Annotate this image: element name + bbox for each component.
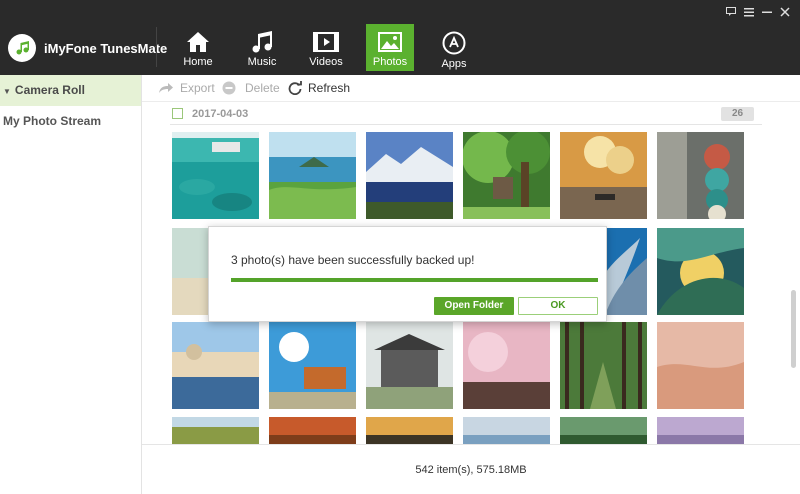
tab-music-label: Music xyxy=(247,56,277,68)
scrollbar-thumb[interactable] xyxy=(791,290,796,368)
app-title: iMyFone TunesMate xyxy=(44,41,168,56)
photo-thumbnail[interactable] xyxy=(463,417,550,444)
toolbar: Export Delete Refresh xyxy=(142,75,800,102)
apps-icon xyxy=(442,31,466,55)
backup-success-dialog: 3 photo(s) have been successfully backed… xyxy=(208,226,607,322)
photo-thumbnail[interactable] xyxy=(366,132,453,219)
app-header: iMyFone TunesMate Home Music Videos Phot… xyxy=(0,0,800,75)
tab-apps[interactable]: Apps xyxy=(430,24,478,71)
music-icon xyxy=(252,31,272,53)
photo-thumbnail[interactable] xyxy=(463,132,550,219)
refresh-icon xyxy=(288,81,302,95)
delete-label: Delete xyxy=(245,81,280,95)
open-folder-button[interactable]: Open Folder xyxy=(434,297,514,315)
sidebar-item-camera-roll[interactable]: ▼ Camera Roll xyxy=(0,75,141,106)
home-icon xyxy=(187,32,209,52)
tab-apps-label: Apps xyxy=(441,58,467,70)
export-label: Export xyxy=(180,81,215,95)
group-date: 2017-04-03 xyxy=(192,108,249,120)
photo-thumbnail[interactable] xyxy=(560,132,647,219)
photo-thumbnail[interactable] xyxy=(269,417,356,444)
tab-music[interactable]: Music xyxy=(238,24,286,71)
photo-thumbnail[interactable] xyxy=(172,132,259,219)
photo-thumbnail[interactable] xyxy=(366,417,453,444)
photo-thumbnail[interactable] xyxy=(172,417,259,444)
app-logo xyxy=(8,34,36,62)
refresh-label: Refresh xyxy=(308,81,351,95)
select-group-checkbox[interactable] xyxy=(172,108,183,119)
photo-thumbnail[interactable] xyxy=(463,322,550,409)
date-group-header: 2017-04-03 26 xyxy=(170,107,762,125)
photo-thumbnail[interactable] xyxy=(269,322,356,409)
tab-home-label: Home xyxy=(183,56,213,68)
videos-icon xyxy=(313,32,339,52)
item-summary: 542 item(s), 575.18MB xyxy=(415,464,527,476)
tab-videos-label: Videos xyxy=(309,56,343,68)
header-divider xyxy=(156,27,157,67)
photo-thumbnail[interactable] xyxy=(657,132,744,219)
photo-thumbnail[interactable] xyxy=(172,322,259,409)
caret-down-icon: ▼ xyxy=(3,87,11,96)
photo-thumbnail[interactable] xyxy=(366,322,453,409)
tab-home[interactable]: Home xyxy=(174,24,222,71)
export-button[interactable]: Export xyxy=(158,81,215,95)
group-count-badge: 26 xyxy=(721,107,754,121)
photo-thumbnail[interactable] xyxy=(657,322,744,409)
dialog-message: 3 photo(s) have been successfully backed… xyxy=(231,253,475,267)
photo-thumbnail[interactable] xyxy=(657,417,744,444)
export-icon xyxy=(159,83,173,93)
window-controls xyxy=(726,7,790,18)
sidebar: ▼ Camera Roll My Photo Stream xyxy=(0,75,142,494)
progress-bar xyxy=(231,278,598,282)
progress-bar-fill xyxy=(231,278,598,282)
photo-thumbnail[interactable] xyxy=(657,228,744,315)
feedback-icon[interactable] xyxy=(726,7,736,18)
music-note-icon xyxy=(16,41,29,55)
ok-button[interactable]: OK xyxy=(518,297,598,315)
sidebar-item-label: My Photo Stream xyxy=(3,114,102,128)
minimize-icon[interactable] xyxy=(762,7,772,18)
tab-photos[interactable]: Photos xyxy=(366,24,414,71)
tab-videos[interactable]: Videos xyxy=(302,24,350,71)
photo-thumbnail[interactable] xyxy=(269,132,356,219)
close-icon[interactable] xyxy=(780,7,790,18)
status-footer: 542 item(s), 575.18MB xyxy=(142,444,800,494)
delete-button[interactable]: Delete xyxy=(222,81,280,95)
photo-thumbnail[interactable] xyxy=(560,322,647,409)
vertical-scrollbar[interactable] xyxy=(788,102,800,444)
delete-icon xyxy=(222,81,236,95)
photo-thumbnail[interactable] xyxy=(560,417,647,444)
sidebar-item-my-photo-stream[interactable]: My Photo Stream xyxy=(0,106,141,137)
sidebar-item-label: Camera Roll xyxy=(14,83,85,97)
menu-icon[interactable] xyxy=(744,7,754,18)
tab-photos-label: Photos xyxy=(372,56,408,68)
photos-icon xyxy=(378,32,402,52)
refresh-button[interactable]: Refresh xyxy=(288,81,350,95)
